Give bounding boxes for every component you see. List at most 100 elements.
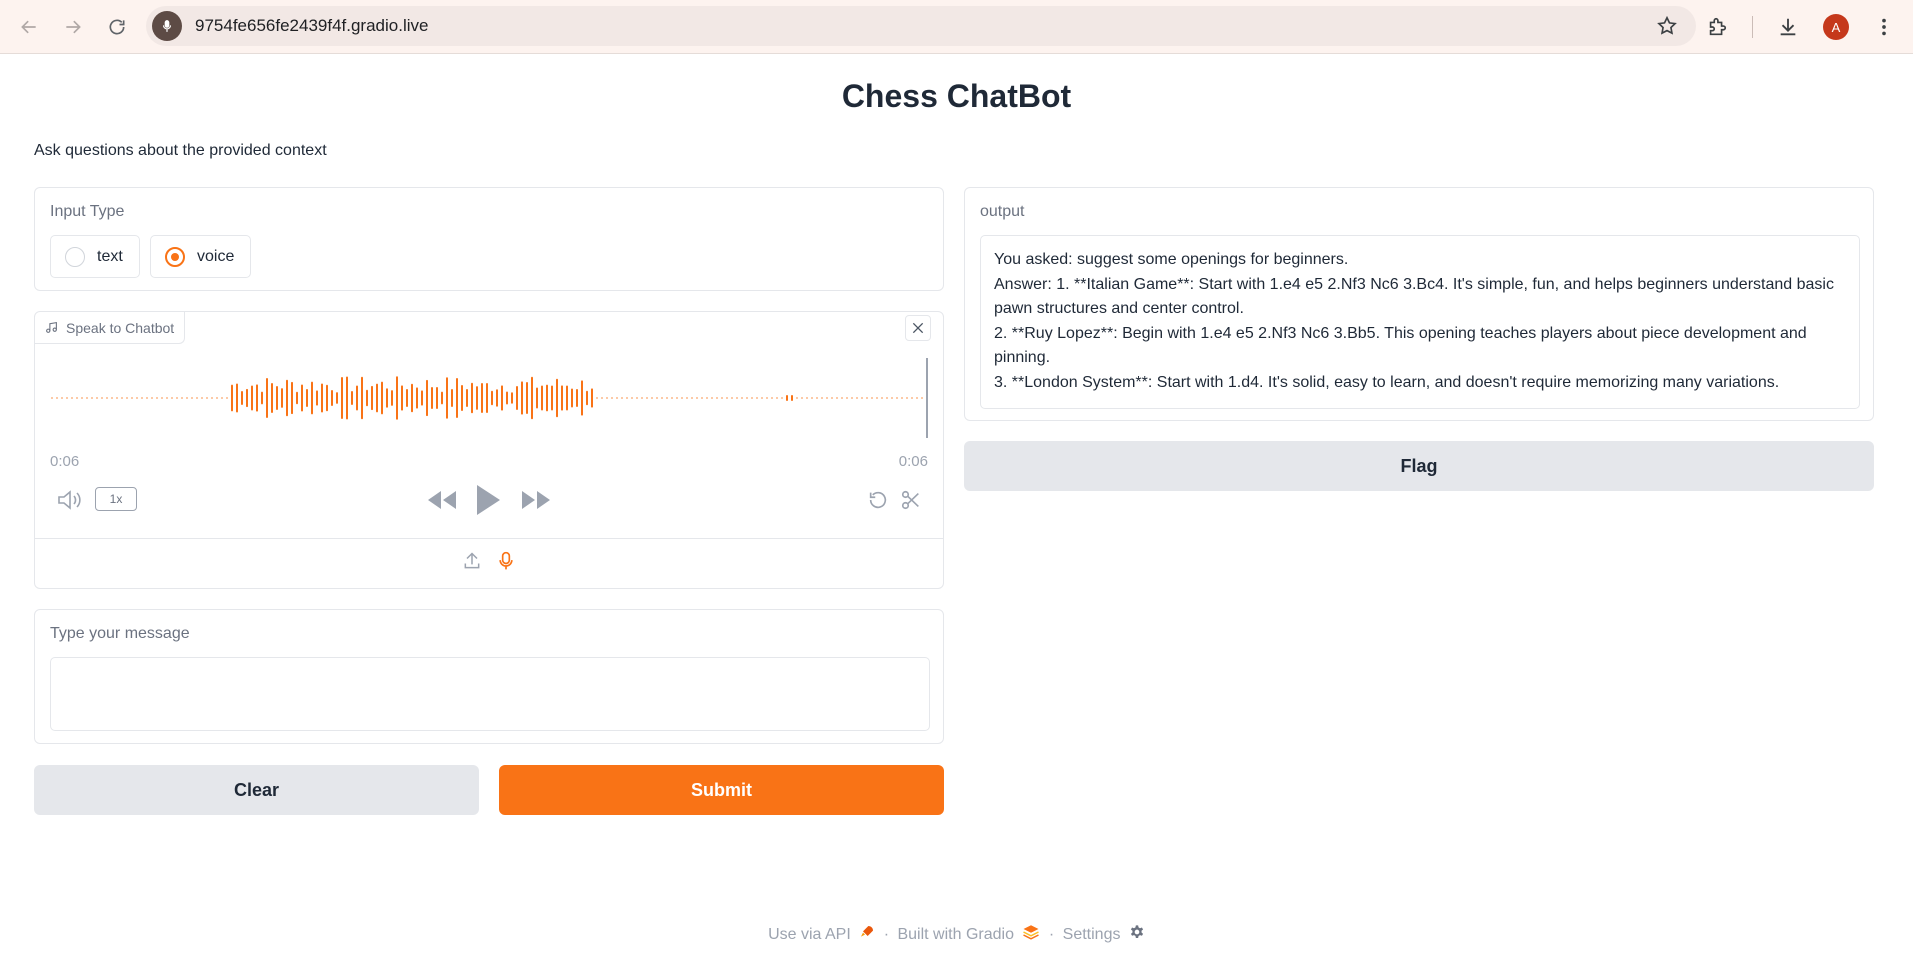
trim-scissors-icon[interactable] [898, 487, 924, 513]
waveform-bar [551, 385, 553, 411]
waveform-bar [286, 379, 288, 417]
waveform-bar [456, 377, 458, 419]
waveform-bar [166, 397, 168, 399]
settings-link[interactable]: Settings [1063, 926, 1121, 943]
waveform-bar [701, 397, 703, 399]
waveform-bar [721, 397, 723, 399]
waveform-bar [851, 397, 853, 399]
waveform-bar [561, 385, 563, 411]
toolbar-divider [1752, 16, 1753, 38]
play-icon[interactable] [471, 480, 505, 520]
waveform-bar [831, 397, 833, 399]
extensions-icon[interactable] [1700, 10, 1734, 44]
waveform-bar [221, 397, 223, 399]
address-bar[interactable]: 9754fe656fe2439f4f.gradio.live [146, 6, 1696, 46]
flag-button[interactable]: Flag [964, 441, 1874, 491]
waveform-bar [116, 397, 118, 399]
playhead-cursor[interactable] [926, 358, 928, 438]
microphone-icon[interactable] [152, 11, 182, 41]
waveform-bar [86, 397, 88, 399]
download-icon[interactable] [1771, 10, 1805, 44]
waveform-bar [256, 384, 258, 412]
rewind-icon[interactable] [425, 486, 459, 514]
radio-option-voice[interactable]: voice [150, 235, 251, 278]
waveform-bar [611, 397, 613, 399]
waveform-bar [741, 397, 743, 399]
waveform-bar [306, 389, 308, 407]
output-line: 3. **London System**: Start with 1.d4. I… [994, 373, 1780, 391]
waveform-bar [761, 397, 763, 399]
audio-label: Speak to Chatbot [66, 319, 175, 336]
playback-speed-button[interactable]: 1x [95, 487, 137, 511]
waveform-bar [766, 397, 768, 399]
waveform-bar [846, 397, 848, 399]
waveform-bar [321, 383, 323, 413]
waveform-bar [241, 391, 243, 405]
reload-button[interactable] [100, 10, 134, 44]
profile-avatar[interactable]: A [1823, 14, 1849, 40]
waveform-bar [596, 397, 598, 399]
built-with-gradio-link[interactable]: Built with Gradio [897, 926, 1014, 943]
url-text: 9754fe656fe2439f4f.gradio.live [195, 16, 429, 35]
more-menu-icon[interactable] [1867, 10, 1901, 44]
waveform-bar [76, 397, 78, 399]
volume-icon[interactable] [55, 487, 85, 513]
waveform-bar [756, 397, 758, 399]
waveform-bar [146, 397, 148, 399]
waveform-bar [441, 391, 443, 405]
waveform-bar [181, 397, 183, 399]
radio-circle-voice[interactable] [165, 246, 185, 267]
duration-time: 0:06 [898, 453, 928, 470]
close-icon[interactable] [905, 315, 931, 341]
fast-forward-icon[interactable] [519, 486, 553, 514]
waveform-bar [706, 397, 708, 399]
gradio-logo-icon [1022, 924, 1040, 945]
use-via-api-link[interactable]: Use via API [768, 926, 851, 943]
record-microphone-icon[interactable] [496, 550, 516, 577]
waveform-bar [356, 385, 358, 411]
waveform-bar [391, 390, 393, 406]
waveform-bar [566, 385, 568, 411]
waveform-bar [481, 383, 483, 413]
upload-icon[interactable] [462, 551, 482, 576]
submit-button[interactable]: Submit [499, 765, 944, 815]
undo-icon[interactable] [865, 487, 891, 513]
waveform-bar [296, 391, 298, 405]
waveform-bar [886, 397, 888, 399]
waveform-bar [546, 384, 548, 412]
waveform-bar [526, 382, 528, 414]
waveform[interactable] [49, 358, 929, 438]
waveform-bar [236, 383, 238, 413]
waveform-bar [801, 397, 803, 399]
radio-option-text[interactable]: text [50, 235, 140, 278]
output-textbox[interactable]: You asked: suggest some openings for beg… [980, 235, 1860, 409]
waveform-bar [276, 386, 278, 410]
waveform-bar [201, 397, 203, 399]
gear-icon[interactable] [1129, 924, 1145, 945]
waveform-bar [381, 381, 383, 415]
output-line: 2. **Ruy Lopez**: Begin with 1.e4 e5 2.N… [994, 324, 1807, 367]
waveform-bar [261, 391, 263, 405]
waveform-bar [581, 380, 583, 416]
bookmark-star-icon[interactable] [1656, 15, 1678, 42]
waveform-bar [571, 388, 573, 408]
waveform-bar [591, 388, 593, 408]
waveform-bar [711, 397, 713, 399]
waveform-bar [326, 384, 328, 412]
waveform-bar [816, 397, 818, 399]
waveform-bar [871, 397, 873, 399]
waveform-bar [686, 397, 688, 399]
radio-label-voice: voice [197, 247, 235, 265]
waveform-bar [351, 390, 353, 406]
message-input[interactable] [50, 657, 930, 731]
waveform-bar [491, 390, 493, 406]
radio-circle-text[interactable] [65, 246, 85, 267]
waveform-bar [121, 397, 123, 399]
forward-button[interactable] [56, 10, 90, 44]
waveform-bar [731, 397, 733, 399]
waveform-bar [751, 397, 753, 399]
waveform-bar [896, 397, 898, 399]
back-button[interactable] [12, 10, 46, 44]
clear-button[interactable]: Clear [34, 765, 479, 815]
page-description: Ask questions about the provided context [34, 142, 327, 159]
